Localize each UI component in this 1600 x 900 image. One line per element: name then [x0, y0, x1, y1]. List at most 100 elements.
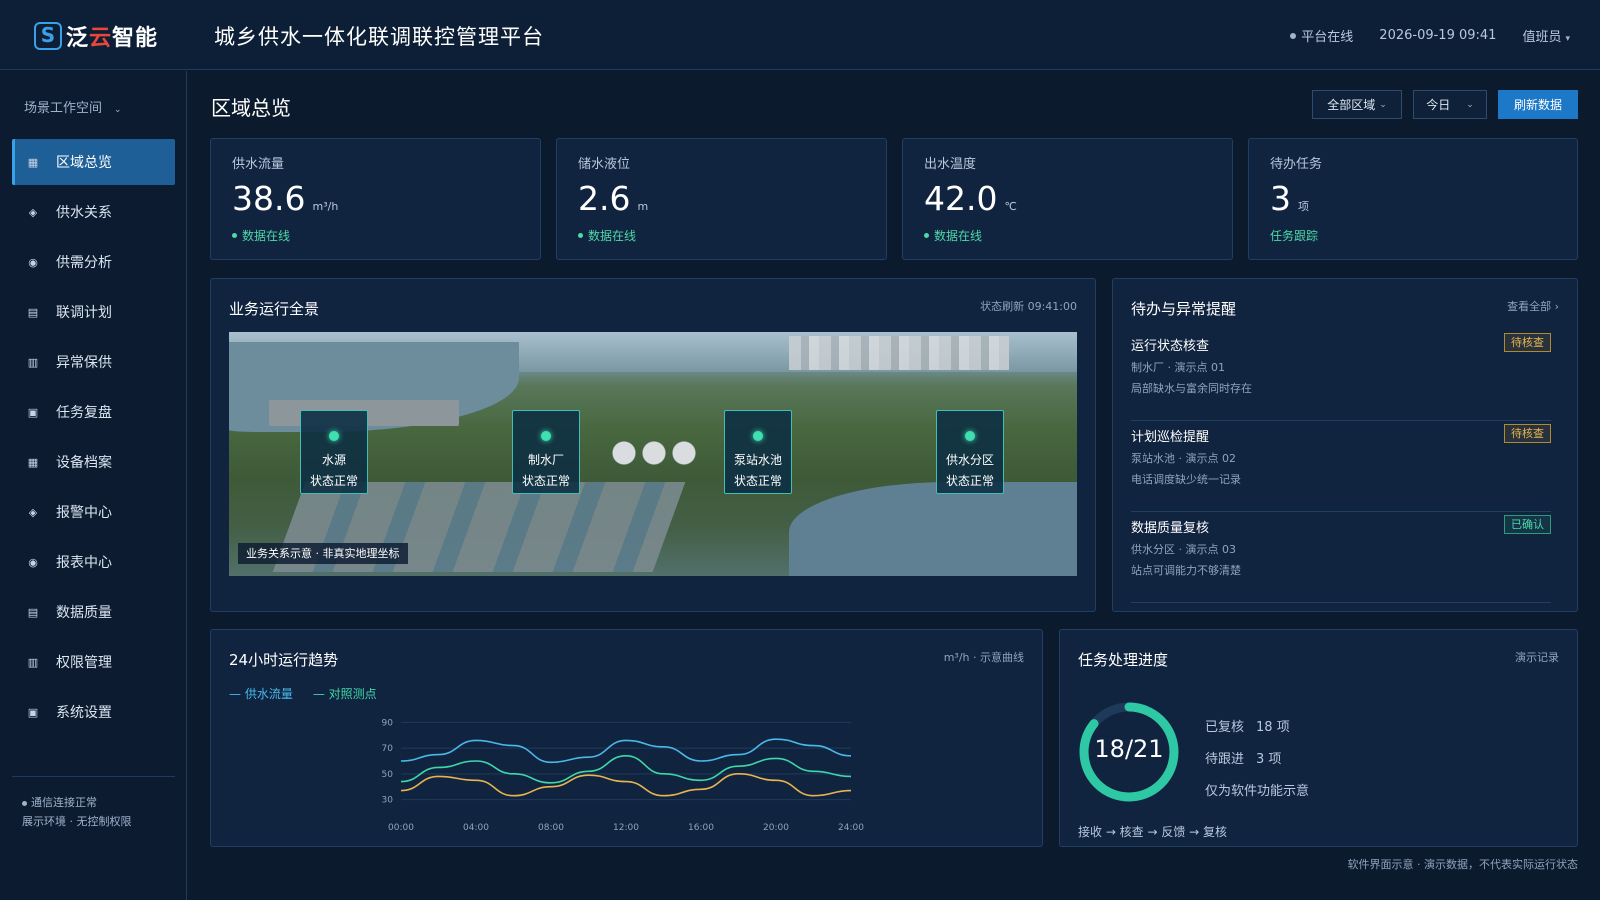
grid-icon: ▦	[27, 155, 39, 169]
online-dot-icon	[1290, 32, 1297, 39]
stat-unit: 项	[1298, 200, 1309, 213]
series-line-3	[400, 773, 852, 797]
alert-list: 运行状态核查 制水厂 · 演示点 01 局部缺水与富余同时存在 待核查 计划巡检…	[1131, 331, 1551, 604]
sidebar-item-report-center[interactable]: ◉ 报表中心	[12, 539, 175, 585]
diamond-icon: ◈	[28, 505, 38, 519]
node-pump-station[interactable]: 泵站水池 状态正常	[724, 410, 792, 494]
sidebar-divider	[12, 776, 175, 777]
progress-ratio: 18/21	[1094, 735, 1164, 763]
stat-status: 数据在线	[588, 229, 637, 243]
user-menu[interactable]: 值班员 ▾	[1522, 26, 1570, 45]
chevron-down-icon: ⌄	[1466, 99, 1474, 110]
overview-refresh-time: 状态刷新 09:41:00	[980, 300, 1077, 313]
diamond-icon: ◈	[28, 205, 38, 219]
list-icon: ▤	[27, 305, 39, 319]
view-all-link[interactable]: 查看全部 ›	[1507, 298, 1559, 314]
alert-item[interactable]: 计划巡检提醒 泵站水池 · 演示点 02 电话调度缺少统一记录 待核查	[1131, 422, 1551, 512]
toolbar: 全部区域 ⌄ 今日 ⌄ 刷新数据	[1301, 90, 1578, 119]
series-line-2	[400, 755, 852, 784]
chevron-down-icon: ▾	[1565, 34, 1570, 44]
stat-label: 待办任务	[1270, 157, 1323, 172]
sidebar-item-joint-plan[interactable]: ▤ 联调计划	[12, 289, 175, 335]
sidebar-item-permissions[interactable]: ▥ 权限管理	[12, 639, 175, 685]
status-badge: 已确认	[1504, 515, 1551, 534]
alert-item[interactable]: 运行状态核查 制水厂 · 演示点 01 局部缺水与富余同时存在 待核查	[1131, 331, 1551, 421]
stat-unit: ℃	[1004, 200, 1017, 213]
y-tick-label: 90	[382, 718, 394, 728]
legend-item-supply-flow: — 供水流量	[229, 687, 293, 701]
progress-meta: 演示记录	[1515, 651, 1559, 664]
sidebar-item-overview[interactable]: ▦ 区域总览	[12, 139, 175, 185]
x-tick-label: 00:00	[388, 823, 414, 833]
sidebar-item-supply-relation[interactable]: ◈ 供水关系	[12, 189, 175, 235]
alert-item[interactable]: 数据质量复核 供水分区 · 演示点 03 站点可调能力不够清楚 已确认	[1131, 513, 1551, 603]
trend-chart: 90 70 50 30 00:00 04:00 08:00 12:00 16:00 20:00 24…	[382, 718, 865, 833]
stat-unit: m	[637, 200, 649, 213]
logo-text: 泛云智能	[66, 26, 159, 51]
list-icon: ▤	[27, 605, 39, 619]
stat-status: 数据在线	[242, 229, 291, 243]
online-dot-icon	[232, 233, 237, 238]
alerts-title: 待办与异常提醒	[1131, 300, 1237, 318]
status-dot-icon	[22, 800, 27, 806]
status-badge: 待核查	[1504, 333, 1551, 352]
stat-unit: m³/h	[312, 200, 339, 213]
stat-value: 42.0	[924, 179, 998, 218]
workflow-steps: 接收 → 核查 → 反馈 → 复核	[1078, 825, 1228, 839]
node-water-source[interactable]: 水源 状态正常	[300, 410, 368, 494]
chart-legend: — 供水流量 — 对照测点	[229, 685, 397, 702]
sidebar-item-emergency-supply[interactable]: ▥ 异常保供	[12, 339, 175, 385]
online-dot-icon	[924, 233, 929, 238]
x-tick-label: 08:00	[538, 823, 564, 833]
x-tick-label: 04:00	[463, 823, 489, 833]
stat-value: 38.6	[232, 179, 306, 218]
sidebar-item-alarm-center[interactable]: ◈ 报警中心	[12, 489, 175, 535]
online-dot-icon	[578, 233, 583, 238]
node-water-plant[interactable]: 制水厂 状态正常	[512, 410, 580, 494]
target-icon: ◉	[28, 555, 38, 569]
stat-label: 出水温度	[924, 157, 977, 172]
stat-card-flow: 供水流量 38.6 m³/h 数据在线	[210, 138, 541, 260]
sidebar-item-settings[interactable]: ▣ 系统设置	[12, 689, 175, 735]
sidebar-item-demand-analysis[interactable]: ◉ 供需分析	[12, 239, 175, 285]
progress-title: 任务处理进度	[1078, 651, 1169, 669]
table-icon: ▥	[27, 355, 39, 369]
sidebar-item-task-review[interactable]: ▣ 任务复盘	[12, 389, 175, 435]
node-supply-zone[interactable]: 供水分区 状态正常	[936, 410, 1004, 494]
workspace-selector[interactable]: 场景工作空间 ⌄	[24, 97, 122, 116]
refresh-button[interactable]: 刷新数据	[1498, 90, 1578, 119]
footer-disclaimer: 软件界面示意 · 演示数据，不代表实际运行状态	[1347, 858, 1579, 871]
square-icon: ▣	[27, 705, 39, 719]
chevron-down-icon: ⌄	[114, 105, 122, 115]
stat-value: 3	[1270, 179, 1291, 218]
status-dot-icon	[541, 431, 551, 441]
stat-status: 数据在线	[934, 229, 983, 243]
status-badge: 待核查	[1504, 424, 1551, 443]
datetime: 2026-09-19 09:41	[1379, 28, 1497, 43]
overview-panel: 业务运行全景 状态刷新 09:41:00 水源 状态正常 制水厂 状态正常 泵站…	[210, 278, 1096, 612]
alerts-panel: 待办与异常提醒 查看全部 › 运行状态核查 制水厂 · 演示点 01 局部缺水与…	[1112, 278, 1578, 612]
sidebar-item-data-quality[interactable]: ▤ 数据质量	[12, 589, 175, 635]
grid-icon: ▦	[27, 455, 39, 469]
stat-card-tasks[interactable]: 待办任务 3项 任务跟踪	[1248, 138, 1578, 260]
stat-label: 供水流量	[232, 157, 285, 172]
platform-status: 平台在线	[1301, 30, 1354, 45]
trend-title: 24小时运行趋势	[229, 651, 339, 669]
stat-value: 2.6	[578, 179, 631, 218]
square-icon: ▣	[27, 405, 39, 419]
x-tick-label: 24:00	[838, 823, 864, 833]
progress-summary: 已复核 18 项 待跟进 3 项 仅为软件功能示意	[1205, 720, 1310, 799]
date-select[interactable]: 今日 ⌄	[1413, 90, 1487, 119]
x-tick-label: 16:00	[688, 823, 714, 833]
target-icon: ◉	[28, 255, 38, 269]
y-tick-label: 50	[382, 770, 394, 780]
overview-title: 业务运行全景	[229, 300, 320, 318]
region-select[interactable]: 全部区域 ⌄	[1312, 90, 1402, 119]
status-dot-icon	[329, 431, 339, 441]
y-tick-label: 70	[382, 744, 394, 754]
y-tick-label: 30	[382, 796, 394, 806]
chevron-down-icon: ⌄	[1379, 99, 1387, 110]
sidebar-item-device-archive[interactable]: ▦ 设备档案	[12, 439, 175, 485]
status-dot-icon	[753, 431, 763, 441]
progress-panel: 任务处理进度 演示记录 18/21 已复核 18 项 待跟进 3 项 仅为软件功能示…	[1059, 629, 1578, 847]
